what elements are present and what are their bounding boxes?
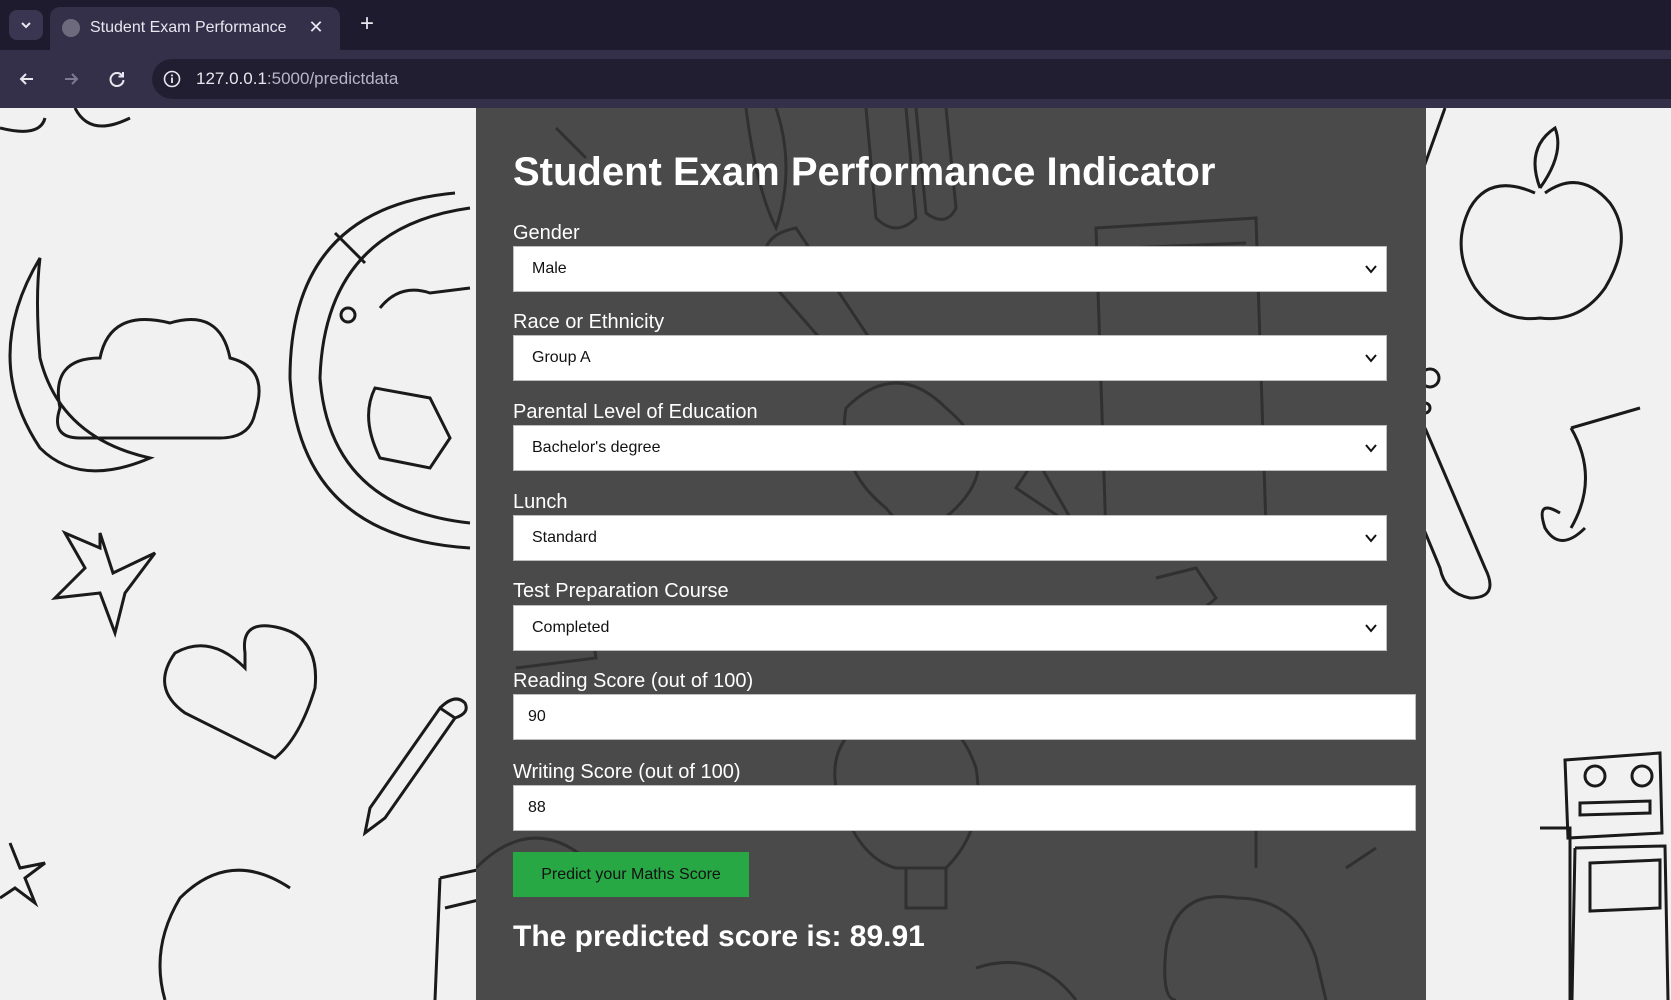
predict-button[interactable]: Predict your Maths Score: [513, 852, 749, 897]
close-icon[interactable]: ✕: [304, 15, 328, 39]
form-panel: Student Exam Performance Indicator Gende…: [476, 108, 1426, 1000]
chevron-down-icon: [1365, 354, 1377, 363]
chevron-down-icon: [1365, 265, 1377, 274]
tab-list-button[interactable]: [9, 10, 43, 40]
race-select[interactable]: Group A: [513, 335, 1387, 381]
tab-list-icon: [21, 22, 31, 29]
gender-select-value: Male: [532, 260, 567, 277]
url-host: 127.0.0.1: [196, 69, 267, 88]
chevron-down-icon: [1365, 534, 1377, 543]
gender-select[interactable]: Male: [513, 246, 1387, 292]
back-button[interactable]: [12, 64, 42, 94]
lunch-select[interactable]: Standard: [513, 515, 1387, 561]
predicted-score-result: The predicted score is: 89.91: [513, 920, 925, 953]
address-bar[interactable]: 127.0.0.1:5000/predictdata: [152, 59, 1671, 99]
test-prep-label: Test Preparation Course: [513, 580, 729, 602]
back-arrow-icon: [19, 73, 33, 85]
lunch-select-value: Standard: [532, 529, 597, 546]
page-title: Student Exam Performance Indicator: [513, 150, 1216, 194]
reading-score-input[interactable]: 90: [513, 694, 1416, 740]
tab-title: Student Exam Performance: [90, 19, 287, 36]
browser-tab-active[interactable]: Student Exam Performance ✕: [50, 7, 340, 50]
reload-button[interactable]: [102, 64, 132, 94]
reading-score-value: 90: [528, 708, 546, 725]
forward-button[interactable]: [56, 64, 86, 94]
lunch-label: Lunch: [513, 491, 568, 513]
forward-arrow-icon: [65, 73, 79, 85]
race-label: Race or Ethnicity: [513, 311, 665, 333]
reload-icon: [109, 72, 125, 87]
writing-score-value: 88: [528, 799, 546, 816]
test-prep-select[interactable]: Completed: [513, 605, 1387, 651]
browser-toolbar: 127.0.0.1:5000/predictdata: [0, 50, 1671, 108]
gender-label: Gender: [513, 222, 580, 244]
parental-education-select-value: Bachelor's degree: [532, 439, 661, 456]
browser-tab-strip: Student Exam Performance ✕ +: [0, 0, 1671, 50]
reading-score-label: Reading Score (out of 100): [513, 670, 754, 692]
chevron-down-icon: [1365, 624, 1377, 633]
url-path: :5000/predictdata: [266, 69, 399, 88]
plus-icon[interactable]: +: [353, 10, 381, 40]
writing-score-input[interactable]: 88: [513, 785, 1416, 831]
test-prep-select-value: Completed: [532, 619, 610, 636]
info-icon[interactable]: [160, 67, 184, 91]
globe-favicon-icon: [62, 19, 80, 37]
chevron-down-icon: [1365, 444, 1377, 453]
url-text: 127.0.0.1:5000/predictdata: [196, 69, 398, 89]
page-viewport: Student Exam Performance Indicator Gende…: [0, 108, 1671, 1000]
parental-education-select[interactable]: Bachelor's degree: [513, 425, 1387, 471]
race-select-value: Group A: [532, 349, 591, 366]
writing-score-label: Writing Score (out of 100): [513, 761, 741, 783]
parental-education-label: Parental Level of Education: [513, 401, 758, 423]
